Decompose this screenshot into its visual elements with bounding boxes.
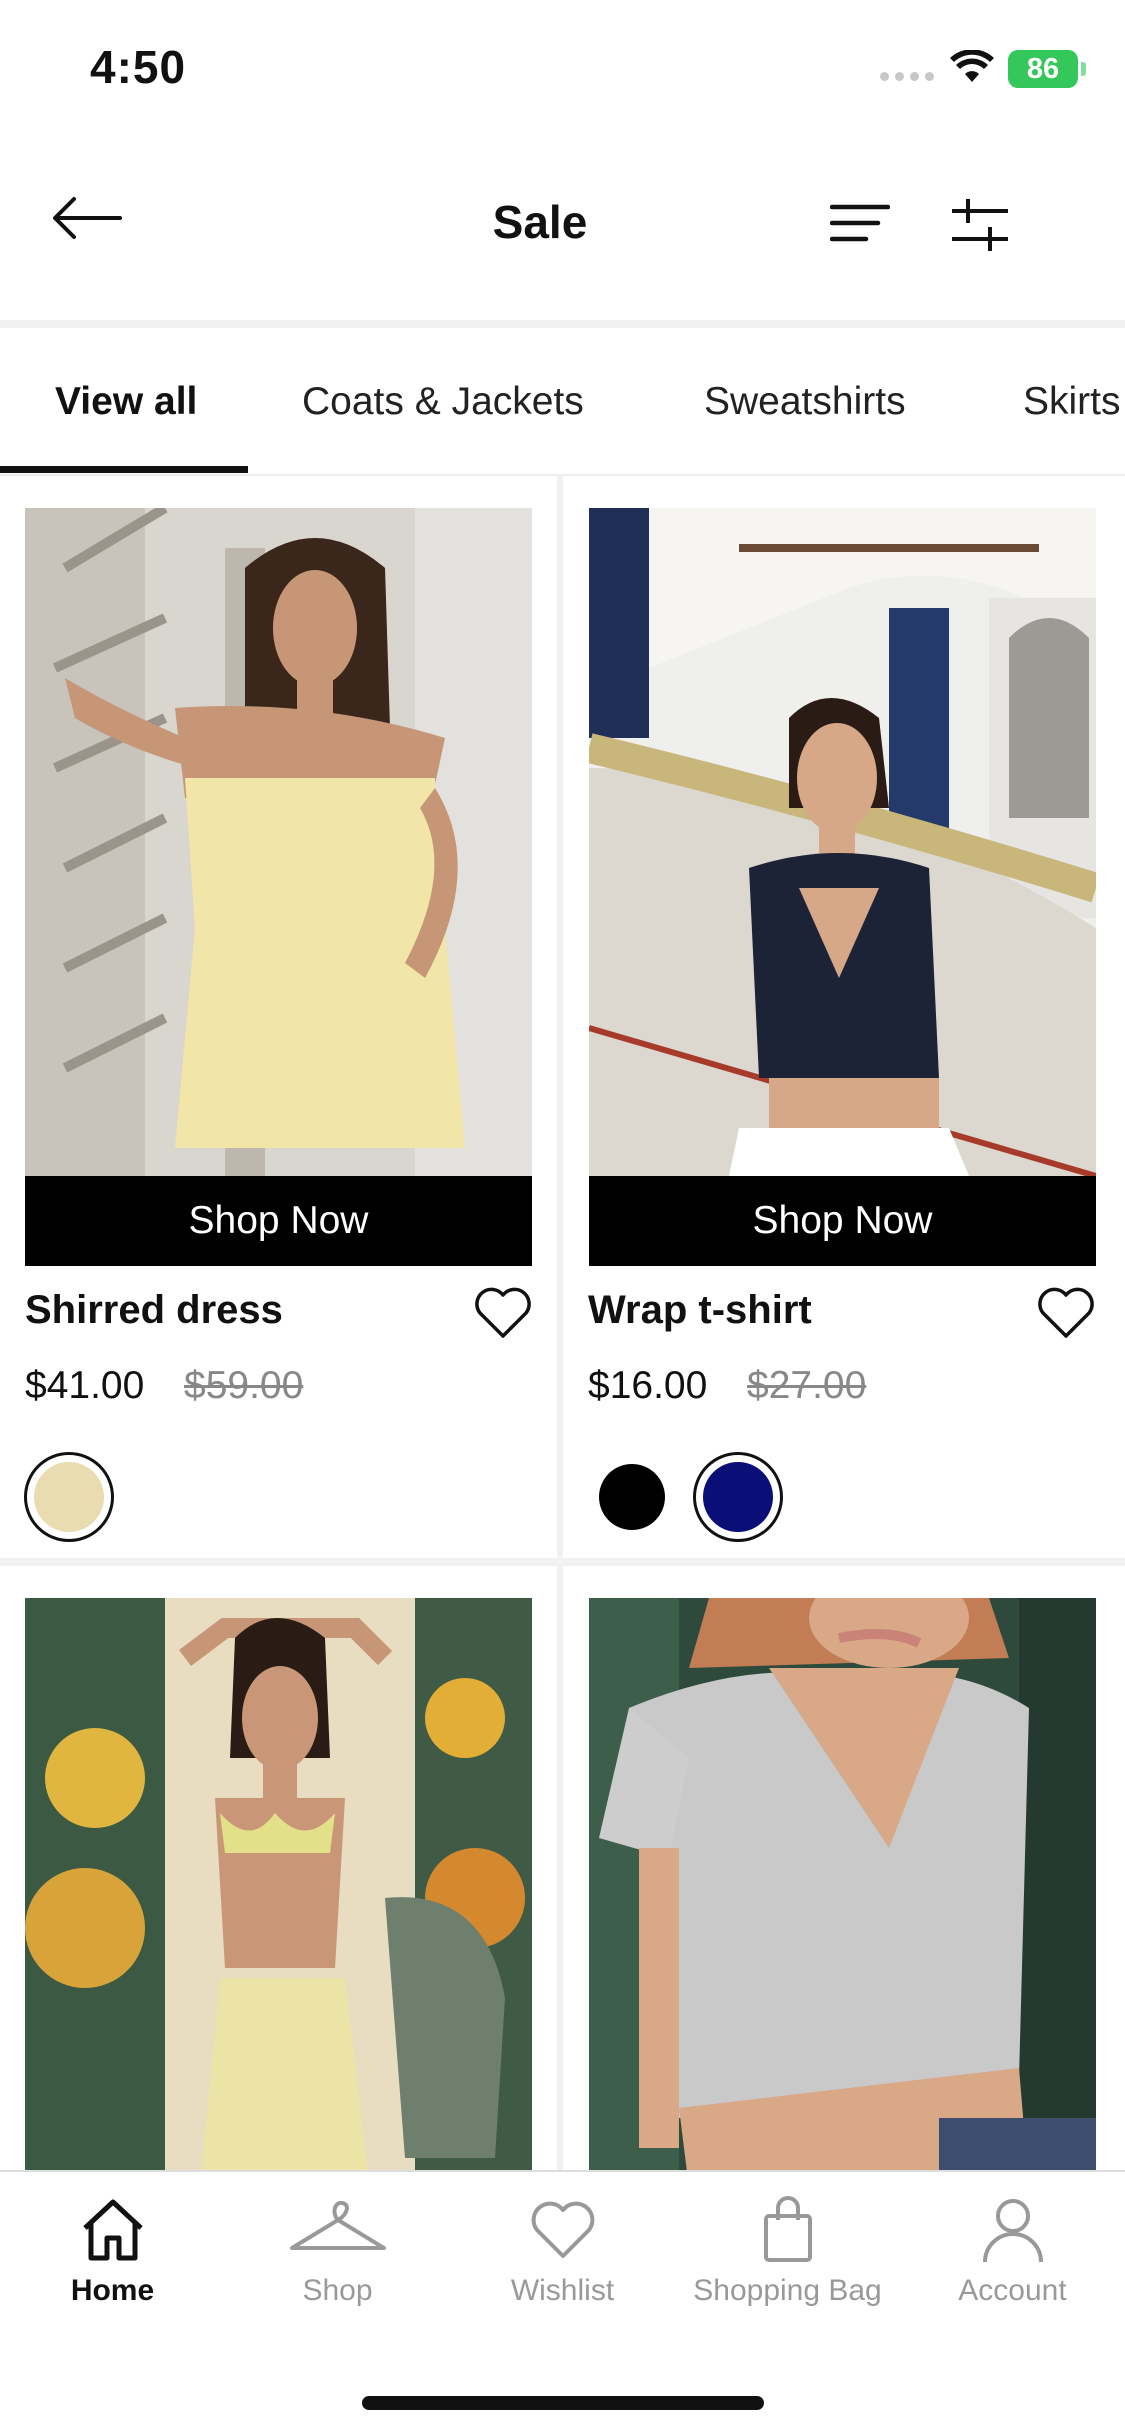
hanger-icon	[289, 2201, 386, 2250]
tabbar-home[interactable]: Home	[0, 2194, 225, 2308]
home-indicator	[362, 2396, 764, 2410]
product-name[interactable]: Wrap t-shirt	[588, 1288, 812, 1333]
active-tab-indicator	[0, 466, 248, 473]
shop-now-button[interactable]: Shop Now	[589, 1176, 1096, 1266]
product-card[interactable]	[0, 1566, 557, 2186]
category-tabs: View all Coats & Jackets Sweatshirts Ski…	[0, 328, 1125, 476]
product-grid: Shop Now Shirred dress $41.00 $59.00 Sho…	[0, 476, 1125, 2186]
header-divider	[0, 320, 1125, 328]
tabbar-shop[interactable]: Shop	[225, 2194, 450, 2308]
cellular-signal-icon	[880, 72, 934, 81]
tabbar-wishlist[interactable]: Wishlist	[450, 2194, 675, 2308]
product-card[interactable]: Shop Now Shirred dress $41.00 $59.00	[0, 476, 557, 1558]
home-icon	[82, 2199, 143, 2261]
tab-view-all[interactable]: View all	[55, 380, 197, 424]
battery-level: 86	[1026, 52, 1060, 85]
shop-now-button[interactable]: Shop Now	[25, 1176, 532, 1266]
product-image[interactable]	[589, 508, 1096, 1176]
status-time: 4:50	[90, 41, 187, 93]
product-image[interactable]	[589, 1598, 1096, 2186]
tabbar-label: Wishlist	[510, 2274, 615, 2307]
original-price: $27.00	[747, 1364, 867, 1407]
tab-skirts[interactable]: Skirts	[1023, 380, 1121, 424]
tabbar-label: Account	[958, 2274, 1067, 2307]
tab-sweatshirts[interactable]: Sweatshirts	[704, 380, 906, 424]
product-card[interactable]: Shop Now Wrap t-shirt $16.00 $27.00	[563, 476, 1125, 1558]
tabbar-account[interactable]: Account	[900, 2194, 1125, 2308]
tabbar-label: Home	[70, 2274, 155, 2307]
person-icon	[982, 2199, 1043, 2263]
original-price: $59.00	[184, 1364, 304, 1407]
product-name[interactable]: Shirred dress	[25, 1288, 283, 1333]
sort-icon[interactable]	[830, 203, 890, 243]
wishlist-heart-icon[interactable]	[1035, 1284, 1097, 1340]
wishlist-heart-icon[interactable]	[472, 1284, 534, 1340]
sale-price: $41.00	[25, 1364, 145, 1407]
product-image[interactable]	[25, 1598, 532, 2186]
header: Sale	[0, 135, 1125, 325]
product-card[interactable]	[563, 1566, 1125, 2186]
tabbar-label: Shop	[302, 2274, 373, 2307]
filter-icon[interactable]	[950, 197, 1010, 253]
status-bar: 4:50 86	[0, 0, 1125, 135]
bag-icon	[763, 2196, 812, 2262]
page-title: Sale	[492, 196, 588, 248]
battery-icon: 86	[1008, 50, 1086, 88]
heart-icon	[531, 2201, 594, 2258]
color-swatch[interactable]	[599, 1464, 665, 1530]
sale-price: $16.00	[588, 1364, 708, 1407]
wifi-icon	[950, 50, 994, 82]
tab-coats-jackets[interactable]: Coats & Jackets	[302, 380, 584, 424]
color-swatch[interactable]	[24, 1452, 114, 1542]
color-swatch[interactable]	[693, 1452, 783, 1542]
tabbar-shopping-bag[interactable]: Shopping Bag	[675, 2194, 900, 2308]
product-image[interactable]	[25, 508, 532, 1176]
tabbar-label: Shopping Bag	[693, 2274, 882, 2307]
